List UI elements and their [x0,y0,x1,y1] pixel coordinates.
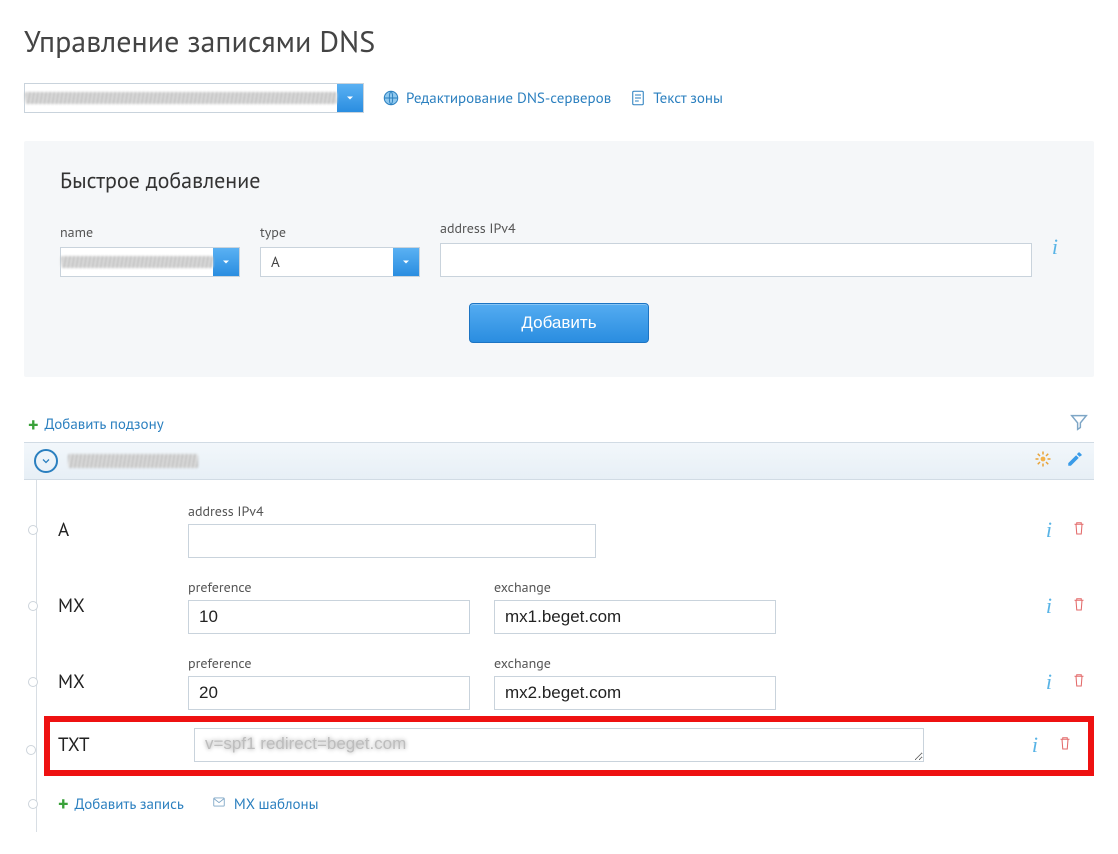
plus-icon: + [58,794,69,814]
zone-name [68,452,198,470]
info-icon[interactable]: i [1052,234,1058,259]
edit-icon[interactable] [1066,450,1084,473]
record-row: Aaddress IPv4 i [52,488,1094,564]
page-title: Управление записями DNS [24,22,1094,61]
plus-icon: + [28,415,39,435]
delete-icon[interactable] [1056,733,1074,758]
record-type: MX [52,594,172,618]
info-icon[interactable]: i [1032,732,1038,758]
record-type: TXT [58,733,178,757]
record-type: A [52,518,172,542]
link-label: Редактирование DNS-серверов [406,89,611,108]
info-icon[interactable]: i [1046,669,1052,695]
domain-select-value [25,90,337,106]
name-select-value [61,254,213,270]
document-icon [629,89,647,107]
topbar: Редактирование DNS-серверов Текст зоны [24,83,1094,113]
record-value-input[interactable] [188,524,596,558]
add-record-link[interactable]: + Добавить запись [58,794,184,814]
link-label: MX шаблоны [234,795,319,814]
globe-icon [382,89,400,107]
chevron-down-icon[interactable] [393,248,419,276]
type-label: type [260,223,420,241]
delete-icon[interactable] [1070,594,1088,619]
chevron-down-icon[interactable] [337,84,363,112]
type-select-value: A [261,253,393,272]
field-label: address IPv4 [188,502,596,520]
address-input[interactable] [440,243,1032,277]
link-label: Добавить подзону [45,415,164,434]
record-row: MX preference exchange i [52,564,1094,640]
field-label: preference [188,654,470,672]
record-value-input[interactable] [494,600,776,634]
link-label: Текст зоны [653,89,723,108]
chevron-down-icon[interactable] [213,248,239,276]
record-value-input[interactable] [188,676,470,710]
record-row: TXT i [44,716,1094,776]
zone-text-link[interactable]: Текст зоны [629,89,723,108]
domain-select[interactable] [24,83,364,113]
envelope-icon [210,795,228,814]
delete-icon[interactable] [1070,670,1088,695]
quick-add-panel: Быстрое добавление name type A address I… [24,141,1094,377]
field-label: exchange [494,654,776,672]
field-label: preference [188,578,470,596]
add-button[interactable]: Добавить [469,303,649,343]
info-icon[interactable]: i [1046,593,1052,619]
record-row: MX preference exchange i [52,640,1094,716]
record-value-input[interactable] [188,600,470,634]
record-value-input[interactable] [194,728,924,762]
records-list: Aaddress IPv4 i MX preference exchange i MX pre… [24,480,1094,832]
quick-add-title: Быстрое добавление [60,167,1058,195]
edit-dns-servers-link[interactable]: Редактирование DNS-серверов [382,89,611,108]
name-select[interactable] [60,247,240,277]
field-label: exchange [494,578,776,596]
link-label: Добавить запись [75,795,184,814]
mx-templates-link[interactable]: MX шаблоны [210,794,319,814]
info-icon[interactable]: i [1046,517,1052,543]
record-type: MX [52,670,172,694]
name-label: name [60,223,240,241]
filter-icon[interactable] [1068,411,1090,438]
delete-icon[interactable] [1070,518,1088,543]
zone-header [24,442,1094,480]
record-value-input[interactable] [494,676,776,710]
add-subzone-link[interactable]: + Добавить подзону [28,415,164,435]
type-select[interactable]: A [260,247,420,277]
collapse-toggle[interactable] [34,449,58,473]
address-label: address IPv4 [440,219,1032,237]
gear-icon[interactable] [1034,450,1052,473]
